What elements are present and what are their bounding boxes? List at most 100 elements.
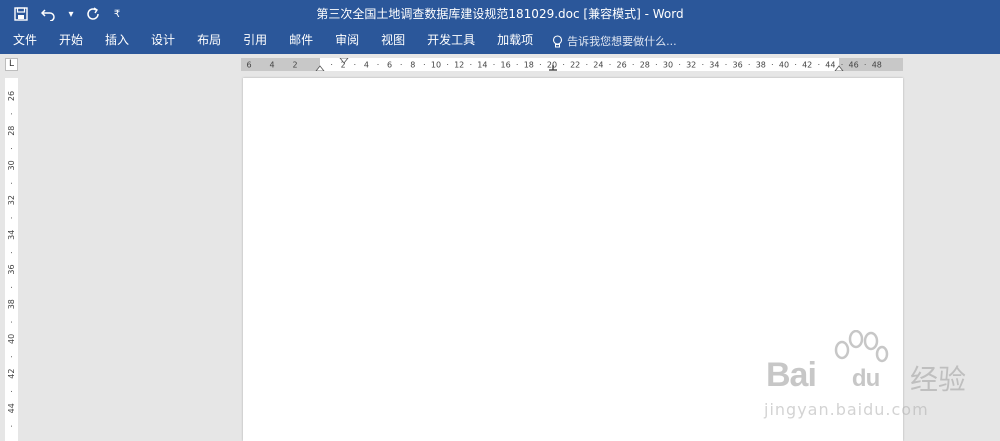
ribbon-tabs: 文件 开始 插入 设计 布局 引用 邮件 审阅 视图 开发工具 加载项 告诉我您… (0, 28, 1000, 54)
ruler-minor-tick (748, 64, 750, 65)
redo-icon (87, 7, 99, 20)
ruler-tick-label: 38 (756, 61, 766, 70)
tell-me-placeholder: 告诉我您想要做什么... (567, 35, 677, 48)
ruler-minor-tick (516, 64, 518, 65)
vertical-ruler-tick-label: 42 (7, 369, 16, 379)
ruler-minor-tick (586, 64, 588, 65)
ruler-tick-label: 18 (524, 61, 534, 70)
ruler-tick-label: 46 (849, 61, 859, 70)
save-button[interactable] (10, 3, 32, 25)
ruler-minor-tick (447, 64, 449, 65)
redo-button[interactable] (82, 3, 104, 25)
tab-mailings[interactable]: 邮件 (278, 28, 324, 54)
ruler-tick-label: 10 (431, 61, 441, 70)
ruler-minor-tick (331, 64, 333, 65)
tab-layout[interactable]: 布局 (186, 28, 232, 54)
customize-qat-button[interactable]: ₹ (110, 3, 124, 25)
ruler-minor-tick (841, 64, 843, 65)
hanging-indent-marker[interactable] (315, 65, 325, 71)
vertical-ruler-tick-label: 44 (7, 403, 16, 413)
vertical-ruler-minor-tick (11, 252, 12, 254)
ruler-minor-tick (725, 64, 727, 65)
vertical-ruler-minor-tick (11, 148, 12, 150)
vertical-ruler-tick-label: 26 (7, 91, 16, 101)
lightbulb-icon (553, 34, 563, 47)
vertical-ruler-minor-tick (11, 286, 12, 288)
tab-developer[interactable]: 开发工具 (416, 28, 486, 54)
vertical-ruler-minor-tick (11, 182, 12, 184)
ruler-minor-tick (771, 64, 773, 65)
horizontal-ruler[interactable]: 2 4 6 8 10 12 14 16 18 20 22 24 26 28 30 32 34 36 38 40 42 44… (241, 58, 903, 71)
vertical-ruler-tick-label: 38 (7, 299, 16, 309)
vertical-ruler-minor-tick (11, 425, 12, 427)
ruler-tick-label: 6 (387, 61, 392, 70)
save-icon (14, 7, 28, 21)
vertical-ruler-tick-label: 40 (7, 334, 16, 344)
ruler-tick-label: 28 (640, 61, 650, 70)
ruler-tick-label: 34 (709, 61, 719, 70)
right-indent-marker[interactable] (834, 65, 844, 71)
ruler-margin-tick-label: 2 (292, 61, 297, 70)
vertical-ruler-minor-tick (11, 217, 12, 219)
tab-file[interactable]: 文件 (0, 28, 48, 54)
tab-selector-button[interactable]: L (5, 58, 18, 71)
vertical-ruler-minor-tick (11, 113, 12, 115)
title-bar: ▾ ₹ 第三次全国土地调查数据库建设规范181029.doc [兼容模式] - … (0, 0, 1000, 28)
vertical-ruler-marks: 26 28 30 32 34 36 38 40 42 44 (7, 91, 16, 427)
ruler-tick-label: 26 (617, 61, 627, 70)
ruler-tick-label: 12 (454, 61, 464, 70)
ruler-tick-label: 48 (872, 61, 882, 70)
watermark-brand: Bai du (766, 356, 880, 395)
ruler-minor-tick (470, 64, 472, 65)
watermark-brand-bai: Bai (766, 356, 817, 394)
undo-button[interactable] (38, 3, 60, 25)
ruler-tick-label: 40 (779, 61, 789, 70)
ruler-tick-label: 42 (802, 61, 812, 70)
vertical-ruler-tick-label: 32 (7, 195, 16, 205)
undo-dropdown-button[interactable]: ▾ (66, 3, 76, 25)
ruler-marks: 2 4 6 8 10 12 14 16 18 20 22 24 26 28 30 32 34 36 38 40 42 44… (246, 58, 882, 71)
ruler-minor-tick (818, 64, 820, 65)
ruler-margin-tick-label: 6 (246, 61, 251, 70)
vertical-ruler-minor-tick (11, 321, 12, 323)
vertical-ruler-tick-label: 34 (7, 230, 16, 240)
tab-review[interactable]: 审阅 (324, 28, 370, 54)
ruler-tick-label: 4 (364, 61, 369, 70)
window-title: 第三次全国土地调查数据库建设规范181029.doc [兼容模式] - Word (316, 7, 684, 21)
ruler-minor-tick (679, 64, 681, 65)
ruler-minor-tick (795, 64, 797, 65)
tab-references[interactable]: 引用 (232, 28, 278, 54)
ruler-tick-label: 22 (570, 61, 580, 70)
tab-design[interactable]: 设计 (140, 28, 186, 54)
ruler-tick-label: 44 (825, 61, 835, 70)
watermark-product: 经验 (910, 363, 967, 396)
baidu-jingyan-watermark: Bai du 经验 jingyan.baidu.com (760, 330, 985, 430)
undo-icon (41, 9, 55, 21)
ruler-minor-tick (539, 64, 541, 65)
ruler-tick-label: 30 (663, 61, 673, 70)
ruler-minor-tick (400, 64, 402, 65)
tab-view[interactable]: 视图 (370, 28, 416, 54)
ruler-minor-tick (864, 64, 866, 65)
ruler-minor-tick (377, 64, 379, 65)
quick-access-toolbar: ▾ ₹ (10, 0, 124, 28)
tell-me-box[interactable]: 告诉我您想要做什么... (552, 28, 677, 54)
vertical-ruler-tick-label: 28 (7, 126, 16, 136)
tab-addins[interactable]: 加载项 (486, 28, 544, 54)
vertical-ruler-tick-label: 30 (7, 160, 16, 170)
ruler-minor-tick (702, 64, 704, 65)
vertical-ruler[interactable]: 26 28 30 32 34 36 38 40 42 44 (5, 78, 18, 441)
ruler-minor-tick (655, 64, 657, 65)
watermark-brand-du: du (851, 365, 880, 392)
vertical-ruler-minor-tick (11, 390, 12, 392)
ruler-tick-label: 8 (410, 61, 415, 70)
tab-home[interactable]: 开始 (48, 28, 94, 54)
ruler-minor-tick (354, 64, 356, 65)
vertical-ruler-minor-tick (11, 356, 12, 358)
ruler-tick-label: 24 (593, 61, 603, 70)
tab-insert[interactable]: 插入 (94, 28, 140, 54)
ruler-minor-tick (632, 64, 634, 65)
ruler-tick-label: 14 (477, 61, 487, 70)
ruler-margin-tick-label: 4 (269, 61, 274, 70)
ruler-tick-label: 36 (733, 61, 743, 70)
